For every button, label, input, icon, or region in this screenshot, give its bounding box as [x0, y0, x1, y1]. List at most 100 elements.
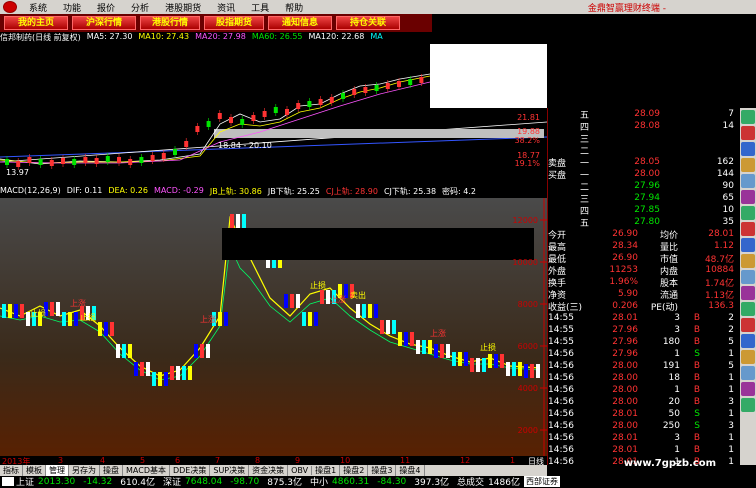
- nav-my-home-button[interactable]: 我的主页: [4, 16, 68, 30]
- indicator-bar: [488, 354, 492, 368]
- stat-value: 1.96%: [609, 277, 638, 287]
- buy-orders: 买盘一 28.00 144 二 27.96 90 三 27.94 65 四 27.85 10 五 27.8…: [548, 168, 740, 229]
- nav-hk-button[interactable]: 港股行情: [140, 16, 200, 30]
- indicator-chart[interactable]: 止损上涨止损 上涨止损上涨 卖出上涨止损 120001000080006000400…: [0, 198, 547, 462]
- sell-row: 三: [548, 132, 740, 145]
- stat-value: 26.90: [612, 253, 638, 263]
- y-tick-label: 10000: [513, 258, 538, 267]
- menu-quote[interactable]: 报价: [89, 1, 123, 14]
- stat-row: 今开 26.90 均价 28.01: [548, 228, 740, 241]
- indicator-bar: [518, 362, 522, 376]
- tool-icon-10[interactable]: [741, 254, 755, 268]
- sell-price: 28.08: [634, 121, 660, 131]
- indicator-bar: [56, 302, 60, 316]
- menu-analysis[interactable]: 分析: [123, 1, 157, 14]
- tool-icon-15[interactable]: [741, 334, 755, 348]
- tool-icon-6[interactable]: [741, 190, 755, 204]
- menu-news[interactable]: 资讯: [209, 1, 243, 14]
- indicator-bar: [464, 352, 468, 366]
- ma5-value: MA5: 27.30: [86, 32, 133, 41]
- tick-time: 14:56: [548, 373, 574, 383]
- tick-price: 28.00: [612, 385, 638, 395]
- sell-row: 二: [548, 144, 740, 157]
- tick-time: 14:56: [548, 421, 574, 431]
- tool-icon-8[interactable]: [741, 222, 755, 236]
- range-band: [214, 129, 544, 138]
- indicator-bar: [146, 362, 150, 376]
- menu-function[interactable]: 功能: [55, 1, 89, 14]
- tool-icon-18[interactable]: [741, 382, 755, 396]
- nav-position-button[interactable]: 持仓关联: [336, 16, 400, 30]
- menu-help[interactable]: 帮助: [277, 1, 311, 14]
- tick-list[interactable]: 14:55 28.01 3 B 2 14:55 27.96 3 B 2 14:55 27.96 180 B…: [548, 312, 740, 468]
- tool-icon-16[interactable]: [741, 350, 755, 364]
- indicator-tab[interactable]: 操盘3: [368, 465, 397, 476]
- indicator-tab[interactable]: 管理: [46, 465, 69, 476]
- indicator-bar: [176, 366, 180, 380]
- indicator-tab[interactable]: 另存为: [69, 465, 100, 476]
- indicator-bar: [158, 372, 162, 386]
- signal-annotation: 上涨: [430, 328, 446, 338]
- menu-tools[interactable]: 工具: [243, 1, 277, 14]
- buy-row: 三 27.94 65: [548, 192, 740, 205]
- tick-side: B: [693, 337, 700, 347]
- tick-side: B: [693, 313, 700, 323]
- tool-icon-19[interactable]: [741, 398, 755, 412]
- indicator-tab[interactable]: 操盘2: [340, 465, 369, 476]
- sell-volume: 162: [716, 157, 734, 167]
- menu-system[interactable]: 系统: [21, 1, 55, 14]
- zx-value: 4860.31: [332, 476, 370, 487]
- indicator-bar: [380, 320, 384, 334]
- indicator-bar: [476, 358, 480, 372]
- kline-chart[interactable]: 21.81 19.88 38.2% 18.77 19.1% 13.97 18.8…: [0, 44, 547, 186]
- tool-icon-5[interactable]: [741, 174, 755, 188]
- indicator-bar: [224, 312, 228, 326]
- tool-icon-2[interactable]: [741, 126, 755, 140]
- nav-shsz-button[interactable]: 沪深行情: [72, 16, 136, 30]
- tool-icon-14[interactable]: [741, 318, 755, 332]
- quote-panel: 五 28.09 7 四 28.08 14 三二卖盘一 28.05 162 买盘一 28.00 144…: [547, 108, 740, 468]
- x-axis-label-3: 3: [58, 456, 64, 465]
- stat-value: 136.3: [708, 301, 734, 311]
- status-bar: 上证 2013.30 -14.32 610.4亿 深证 7648.04 -98.…: [0, 476, 756, 488]
- indicator-bar: [236, 214, 240, 228]
- indicator-bar: [386, 320, 390, 334]
- tool-icon-11[interactable]: [741, 270, 755, 284]
- tick-price: 28.01: [612, 313, 638, 323]
- tick-price: 28.01: [612, 433, 638, 443]
- tool-icon-13[interactable]: [741, 302, 755, 316]
- tool-icon-4[interactable]: [741, 158, 755, 172]
- tick-volume: 20: [668, 397, 680, 407]
- indicator-tab[interactable]: OBV: [288, 466, 313, 475]
- signal-annotation: 上涨: [200, 314, 216, 324]
- tool-icon-7[interactable]: [741, 206, 755, 220]
- stock-name: 信邦制药(日线 前复权): [0, 33, 81, 42]
- indicator-bar: [188, 366, 192, 380]
- buy-volume: 65: [722, 193, 734, 203]
- tool-icon-1[interactable]: [741, 110, 755, 124]
- tick-row: 14:56 27.96 1 S 1: [548, 348, 740, 360]
- indicator-tab[interactable]: SUP决策: [210, 465, 250, 476]
- buy-row: 买盘一 28.00 144: [548, 168, 740, 181]
- tool-icon-17[interactable]: [741, 366, 755, 380]
- indicator-bar: [230, 214, 234, 228]
- tool-icon-9[interactable]: [741, 238, 755, 252]
- tool-icon-3[interactable]: [741, 142, 755, 156]
- tick-row: 14:55 27.96 3 B 2: [548, 324, 740, 336]
- nav-notice-button[interactable]: 通知信息: [268, 16, 332, 30]
- stat-row: 最高 28.34 量比 1.12: [548, 240, 740, 253]
- nav-index-futures-button[interactable]: 股指期货: [204, 16, 264, 30]
- menu-hk-futures[interactable]: 港股期货: [157, 1, 209, 14]
- tick-time: 14:56: [548, 349, 574, 359]
- indicator-bar: [374, 304, 378, 318]
- indicator-bar: [62, 312, 66, 326]
- broker-name: 西部证券: [523, 476, 560, 487]
- tool-icon-12[interactable]: [741, 286, 755, 300]
- tick-time: 14:56: [548, 457, 574, 467]
- indicator-bar: [296, 294, 300, 308]
- indicator-bar: [320, 290, 324, 304]
- indicator-bar: [434, 344, 438, 358]
- tick-count: 3: [728, 421, 734, 431]
- secret-value: 密码: 4.2: [442, 187, 477, 196]
- tick-count: 1: [728, 385, 734, 395]
